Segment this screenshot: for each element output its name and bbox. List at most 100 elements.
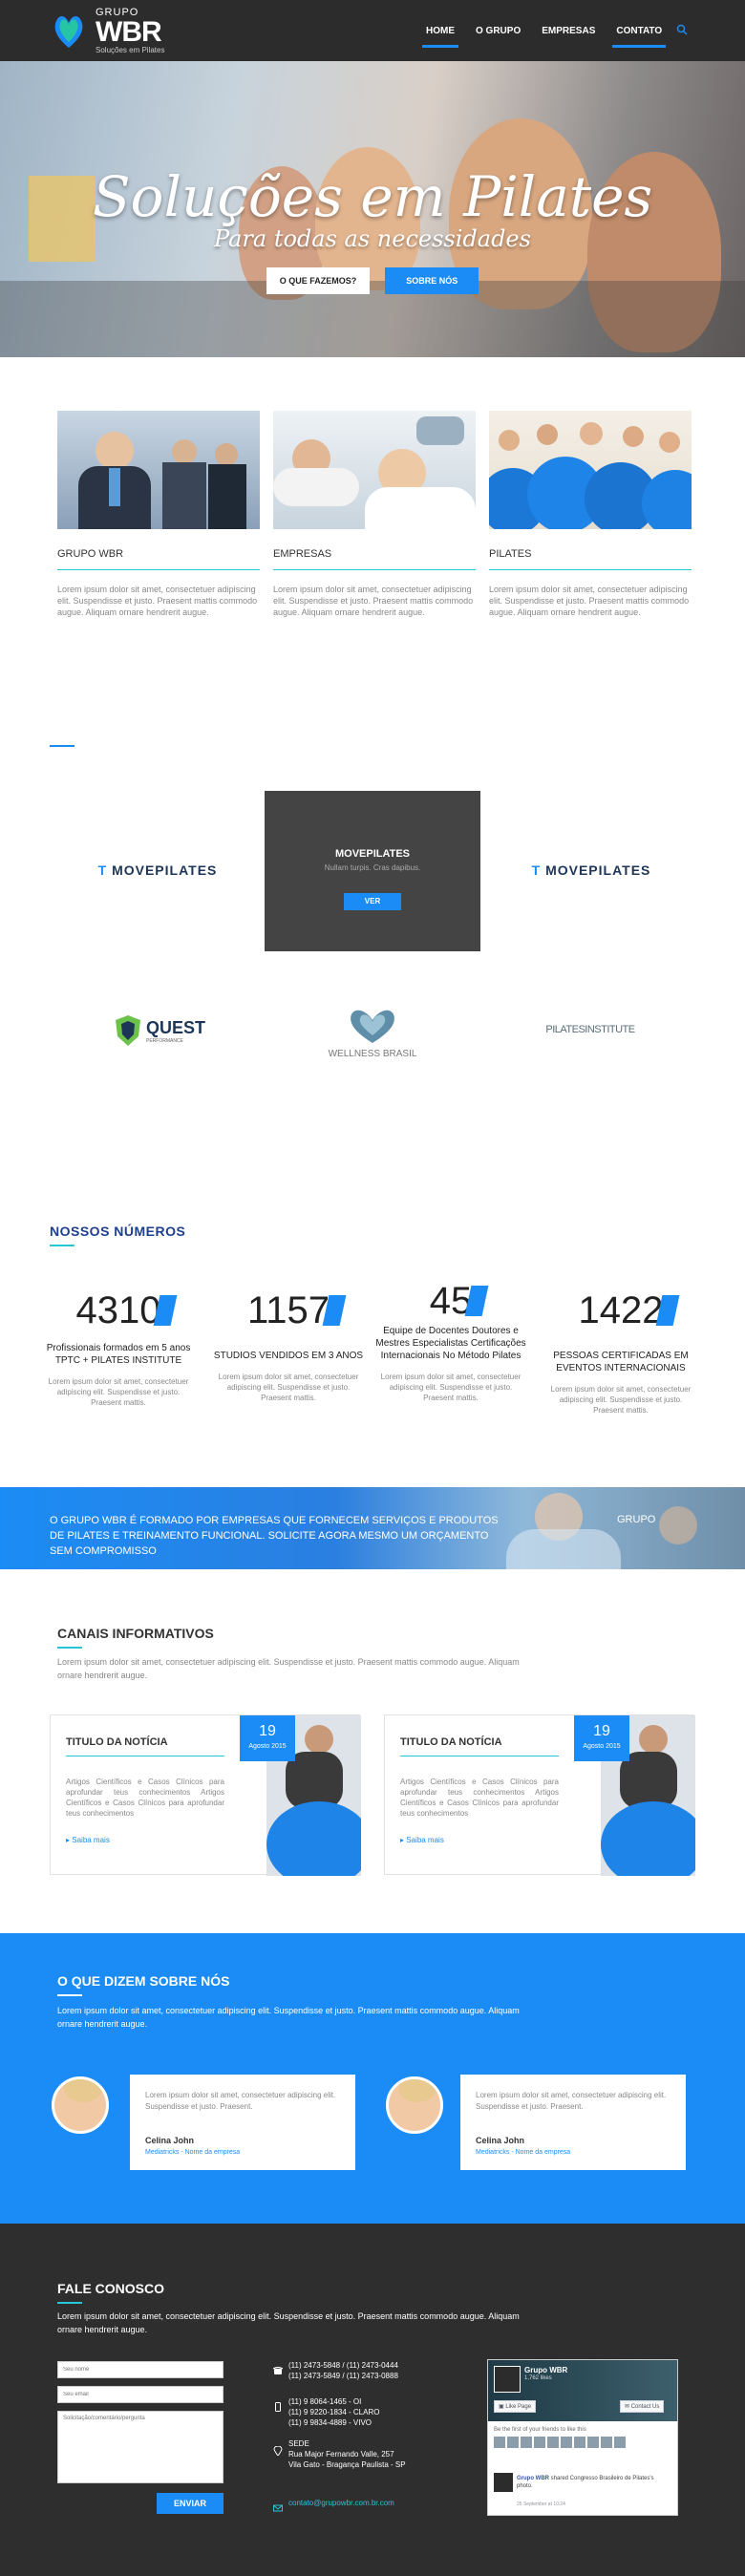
stat-value: 1157 <box>246 1289 330 1331</box>
news-title: TITULO DA NOTÍCIA <box>66 1736 224 1756</box>
avatar <box>52 2076 109 2134</box>
contact-title: FALE CONOSCO <box>57 2281 164 2304</box>
stat-value: 4310 <box>75 1289 161 1331</box>
news-date-badge: 19 Agosto 2015 <box>574 1715 629 1761</box>
page: GRUPO WBR Soluções em Pilates HOME O GRU… <box>0 0 745 2576</box>
phone-line: (11) 2473-5849 / (11) 2473-0888 <box>288 2372 398 2380</box>
email-field[interactable] <box>57 2386 224 2403</box>
news-day: 19 <box>593 1723 610 1739</box>
partner-movepilates-left[interactable]: T MOVEPILATES <box>96 856 220 884</box>
news-month: Agosto 2015 <box>248 1743 287 1750</box>
view-partner-button[interactable]: VER <box>344 893 401 910</box>
mobile-icon <box>273 2399 283 2412</box>
contact-section: FALE CONOSCO Lorem ipsum dolor sit amet,… <box>0 2224 745 2576</box>
cta-person <box>506 1529 621 1569</box>
news-day: 19 <box>259 1723 276 1739</box>
cta-person <box>659 1506 697 1544</box>
news-text: Artigos Científicos e Casos Clínicos par… <box>66 1778 224 1818</box>
nav-empresas[interactable]: EMPRESAS <box>540 18 597 44</box>
testimonial-card: Lorem ipsum dolor sit amet, consectetuer… <box>460 2075 686 2170</box>
column-text: Lorem ipsum dolor sit amet, consectetuer… <box>489 585 690 617</box>
column-empresas: EMPRESAS Lorem ipsum dolor sit amet, con… <box>273 411 476 618</box>
read-more-link[interactable]: ▸ Saiba mais <box>400 1836 444 1844</box>
partner-logo-text: T MOVEPILATES <box>531 862 651 878</box>
testimonial-card: Lorem ipsum dolor sit amet, consectetuer… <box>130 2075 355 2170</box>
facebook-post-author[interactable]: Grupo WBR <box>517 2476 549 2481</box>
testimonial-text: Lorem ipsum dolor sit amet, consectetuer… <box>145 2091 336 2111</box>
site-header: GRUPO WBR Soluções em Pilates HOME O GRU… <box>0 0 745 61</box>
wellness-heart-icon <box>351 1010 394 1043</box>
partner-pilates-institute[interactable]: PILATESINSTITUTE <box>523 1020 657 1039</box>
facebook-contact-button[interactable]: ✉ Contact Us <box>620 2400 665 2413</box>
news-text: Artigos Científicos e Casos Clínicos par… <box>400 1778 559 1818</box>
partner-hover-card[interactable]: MOVEPILATES Nullam turpis. Cras dapibus.… <box>265 791 480 951</box>
email-link[interactable]: contato@grupowbr.com.br.com <box>288 2499 394 2508</box>
testimonial-role[interactable]: Mediatricks - Nome da empresa <box>476 2149 570 2156</box>
mobile-line: (11) 9 9220-1834 - CLARO <box>288 2408 380 2416</box>
nav-o-grupo[interactable]: O GRUPO <box>474 18 522 44</box>
partner-card-text: Nullam turpis. Cras dapibus. <box>324 863 421 872</box>
partner-movepilates-right[interactable]: T MOVEPILATES <box>529 856 653 884</box>
testimonials-text: Lorem ipsum dolor sit amet, consectetuer… <box>57 2006 520 2029</box>
stat-label: PESSOAS CERTIFICADAS EM EVENTOS INTERNAC… <box>553 1351 689 1373</box>
partner-name: MOVEPILATES <box>545 862 651 878</box>
stat-text: Lorem ipsum dolor sit amet, consectetuer… <box>48 1377 189 1407</box>
avatar <box>386 2076 443 2134</box>
partner-card-title: MOVEPILATES <box>334 848 411 860</box>
news-section-title: CANAIS INFORMATIVOS <box>57 1626 214 1649</box>
column-title: PILATES <box>489 548 692 570</box>
message-field[interactable] <box>57 2411 224 2483</box>
facebook-contact-label: Contact Us <box>630 2404 660 2410</box>
nav-home[interactable]: HOME <box>422 18 458 48</box>
testimonial-name: Celina John <box>476 2136 525 2145</box>
search-icon[interactable] <box>676 23 692 38</box>
facebook-like-button[interactable]: ▣ Like Page <box>494 2400 537 2413</box>
read-more-label: Saiba mais <box>72 1836 110 1844</box>
partner-quest[interactable]: QUEST PERFORMANCE <box>107 1007 212 1054</box>
news-card[interactable]: TITULO DA NOTÍCIA Artigos Científicos e … <box>384 1714 695 1876</box>
numbers-section-title: NOSSOS NÚMEROS <box>50 1224 185 1246</box>
contact-text: Lorem ipsum dolor sit amet, consectetuer… <box>57 2311 520 2334</box>
partner-name: QUEST <box>145 1017 205 1037</box>
logo-main-text: WBR <box>96 15 162 48</box>
read-more-link[interactable]: ▸ Saiba mais <box>66 1836 110 1844</box>
number-stat: 1157 STUDIOS VENDIDOS EM 3 ANOS Lorem ip… <box>212 1289 365 1403</box>
news-card[interactable]: TITULO DA NOTÍCIA Artigos Científicos e … <box>50 1714 361 1876</box>
facebook-friend-thumbs <box>494 2437 626 2448</box>
logo[interactable]: GRUPO WBR Soluções em Pilates <box>50 7 164 54</box>
facebook-post-avatar <box>494 2473 513 2492</box>
number-stat: 4310 Profissionais formados em 5 anos TP… <box>42 1289 195 1408</box>
news-title: TITULO DA NOTÍCIA <box>400 1736 559 1756</box>
testimonial-role[interactable]: Mediatricks - Nome da empresa <box>145 2149 240 2156</box>
send-button[interactable]: ENVIAR <box>157 2493 224 2514</box>
news-section-text: Lorem ipsum dolor sit amet, consectetuer… <box>57 1657 520 1680</box>
hero-title: Soluções em Pilates <box>92 164 653 229</box>
what-we-do-button[interactable]: O QUE FAZEMOS? <box>266 267 371 294</box>
about-us-button[interactable]: SOBRE NÓS <box>385 267 479 294</box>
facebook-friends-text: Be the first of your friends to like thi… <box>494 2427 586 2433</box>
address-line: Rua Major Fernando Valle, 257 <box>288 2450 394 2459</box>
section-accent-bar <box>50 745 74 747</box>
testimonial-text: Lorem ipsum dolor sit amet, consectetuer… <box>476 2091 667 2111</box>
news-date-badge: 19 Agosto 2015 <box>240 1715 295 1761</box>
business-team-image <box>57 411 260 529</box>
partner-logo-text: T MOVEPILATES <box>97 862 218 878</box>
stat-text: Lorem ipsum dolor sit amet, consectetuer… <box>550 1385 692 1415</box>
partner-wellness-brasil[interactable]: WELLNESS BRASIL <box>315 999 430 1066</box>
column-grupo-wbr: GRUPO WBR Lorem ipsum dolor sit amet, co… <box>57 411 260 618</box>
partner-name: PILATESINSTITUTE <box>545 1024 635 1035</box>
column-text: Lorem ipsum dolor sit amet, consectetuer… <box>273 585 474 617</box>
nav-contato[interactable]: CONTATO <box>612 18 666 48</box>
logo-icon <box>50 10 88 52</box>
number-stat: 45 Equipe de Docentes Doutores e Mestres… <box>374 1280 527 1403</box>
address-label: SEDE <box>288 2439 309 2448</box>
column-title: GRUPO WBR <box>57 548 260 570</box>
stat-value: 1422 <box>578 1289 664 1331</box>
main-nav: HOME O GRUPO EMPRESAS CONTATO <box>422 0 666 61</box>
testimonials-section: O QUE DIZEM SOBRE NÓS Lorem ipsum dolor … <box>0 1933 745 2224</box>
cta-side-label: GRUPO <box>617 1514 656 1525</box>
facebook-page-name[interactable]: Grupo WBR <box>524 2366 567 2374</box>
name-field[interactable] <box>57 2361 224 2378</box>
facebook-page-logo <box>494 2366 521 2393</box>
column-title: EMPRESAS <box>273 548 476 570</box>
